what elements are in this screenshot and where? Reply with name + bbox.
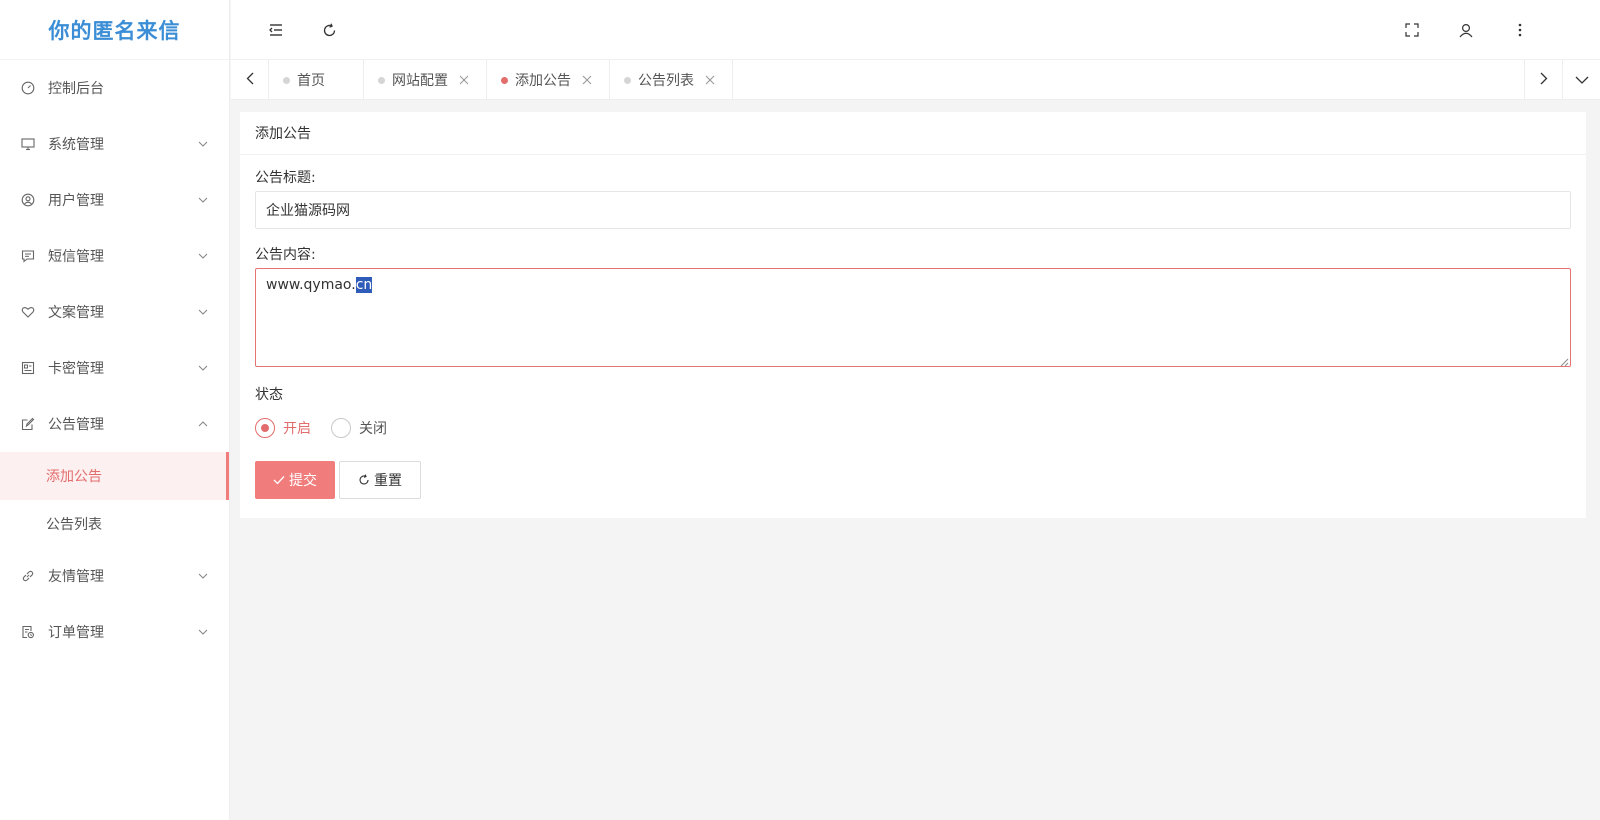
announcement-form: 公告标题: 企业猫源码网 公告内容: www.qymao.cn 状态 开启 关闭 — [240, 168, 1586, 499]
chevron-down-icon — [197, 138, 209, 150]
tab-bar: 首页 网站配置 添加公告 公告列表 — [231, 60, 1600, 100]
order-icon — [20, 624, 36, 640]
sidebar-item-announcements[interactable]: 公告管理 — [0, 396, 229, 452]
reset-button[interactable]: 重置 — [339, 461, 421, 499]
sidebar: 你的匿名来信 控制后台 系统管理 用户管理 短信管理 文案管理 卡密管理 公告管… — [0, 0, 230, 820]
tab-dot — [501, 77, 508, 84]
chevron-down-icon — [197, 250, 209, 262]
edit-icon — [20, 416, 36, 432]
sidebar-item-label: 公告管理 — [48, 417, 104, 433]
heart-icon — [20, 304, 36, 320]
sidebar-item-system[interactable]: 系统管理 — [0, 116, 229, 172]
tab-scroll-right-button[interactable] — [1524, 60, 1562, 100]
radio-label: 关闭 — [359, 421, 387, 437]
content-text: www.qymao. — [266, 277, 356, 293]
fullscreen-icon[interactable] — [1392, 0, 1432, 60]
tab-dot — [283, 77, 290, 84]
app-logo[interactable]: 你的匿名来信 — [0, 0, 229, 60]
close-icon[interactable] — [581, 74, 593, 86]
sidebar-item-label: 卡密管理 — [48, 361, 104, 377]
reset-button-label: 重置 — [374, 473, 402, 489]
sidebar-subitem-label: 添加公告 — [46, 469, 102, 485]
status-radio-on[interactable]: 开启 — [255, 418, 311, 438]
refresh-icon[interactable] — [309, 0, 349, 60]
check-icon — [273, 475, 285, 485]
chevron-down-icon — [197, 570, 209, 582]
sidebar-item-label: 短信管理 — [48, 249, 104, 265]
sidebar-item-label: 系统管理 — [48, 137, 104, 153]
tab-scroll-left-button[interactable] — [231, 60, 269, 100]
more-vertical-icon[interactable] — [1500, 0, 1540, 60]
resize-handle-icon[interactable] — [1559, 355, 1569, 367]
content-selected-text: cn — [355, 277, 373, 293]
sidebar-subitem-announcement-list[interactable]: 公告列表 — [0, 500, 229, 548]
chevron-down-icon — [197, 306, 209, 318]
chevron-right-icon — [1540, 72, 1548, 89]
link-icon — [20, 568, 36, 584]
refresh-icon — [358, 474, 370, 486]
tab-home[interactable]: 首页 — [269, 60, 364, 100]
submit-button[interactable]: 提交 — [255, 461, 335, 499]
status-field-label: 状态 — [255, 387, 283, 403]
sidebar-item-dashboard[interactable]: 控制后台 — [0, 60, 229, 116]
sidebar-subitem-add-announcement[interactable]: 添加公告 — [0, 452, 229, 500]
card-icon — [20, 360, 36, 376]
tab-label: 添加公告 — [515, 73, 571, 89]
content-field-label: 公告内容: — [255, 247, 316, 263]
sidebar-item-sms[interactable]: 短信管理 — [0, 228, 229, 284]
close-icon[interactable] — [458, 74, 470, 86]
user-icon[interactable] — [1446, 0, 1486, 60]
chevron-down-icon — [197, 626, 209, 638]
chevron-down-icon — [197, 194, 209, 206]
status-radio-group: 开启 关闭 — [255, 414, 1571, 442]
content-textarea[interactable]: www.qymao.cn — [255, 268, 1571, 367]
monitor-icon — [20, 136, 36, 152]
close-icon[interactable] — [704, 74, 716, 86]
chevron-up-icon — [197, 418, 209, 430]
tab-site-config[interactable]: 网站配置 — [364, 60, 487, 100]
sidebar-item-users[interactable]: 用户管理 — [0, 172, 229, 228]
sidebar-item-orders[interactable]: 订单管理 — [0, 604, 229, 660]
sidebar-item-label: 友情管理 — [48, 569, 104, 585]
tab-label: 首页 — [297, 73, 325, 89]
sidebar-item-cards[interactable]: 卡密管理 — [0, 340, 229, 396]
tab-label: 网站配置 — [392, 73, 448, 89]
tab-dot — [624, 77, 631, 84]
dashboard-icon — [20, 80, 36, 96]
sidebar-item-copywriting[interactable]: 文案管理 — [0, 284, 229, 340]
app-title: 你的匿名来信 — [48, 18, 181, 43]
tab-menu-dropdown-button[interactable] — [1562, 60, 1600, 100]
sidebar-item-label: 用户管理 — [48, 193, 104, 209]
chevron-down-icon — [197, 362, 209, 374]
sidebar-item-label: 订单管理 — [48, 625, 104, 641]
message-icon — [20, 248, 36, 264]
user-circle-icon — [20, 192, 36, 208]
chevron-left-icon — [246, 72, 254, 89]
sidebar-item-links[interactable]: 友情管理 — [0, 548, 229, 604]
tab-add-announcement[interactable]: 添加公告 — [487, 60, 610, 100]
radio-circle — [331, 418, 351, 438]
radio-circle — [255, 418, 275, 438]
tab-announcement-list[interactable]: 公告列表 — [610, 60, 733, 100]
tab-label: 公告列表 — [638, 73, 694, 89]
title-input-value: 企业猫源码网 — [266, 203, 350, 219]
radio-label: 开启 — [283, 421, 311, 437]
chevron-down-icon — [1575, 72, 1589, 88]
submit-button-label: 提交 — [289, 473, 317, 489]
tab-dot — [378, 77, 385, 84]
title-field-label: 公告标题: — [255, 170, 316, 186]
sidebar-item-label: 控制后台 — [48, 81, 104, 97]
form-actions: 提交 重置 — [255, 461, 1571, 499]
sidebar-subitem-label: 公告列表 — [46, 517, 102, 533]
top-header — [231, 0, 1600, 60]
status-radio-off[interactable]: 关闭 — [331, 418, 387, 438]
title-input[interactable]: 企业猫源码网 — [255, 191, 1571, 229]
menu-fold-icon[interactable] — [256, 0, 296, 60]
add-announcement-card: 添加公告 公告标题: 企业猫源码网 公告内容: www.qymao.cn 状态 … — [240, 112, 1586, 518]
card-title: 添加公告 — [240, 112, 1586, 155]
sidebar-item-label: 文案管理 — [48, 305, 104, 321]
tab-list: 首页 网站配置 添加公告 公告列表 — [269, 60, 1524, 100]
